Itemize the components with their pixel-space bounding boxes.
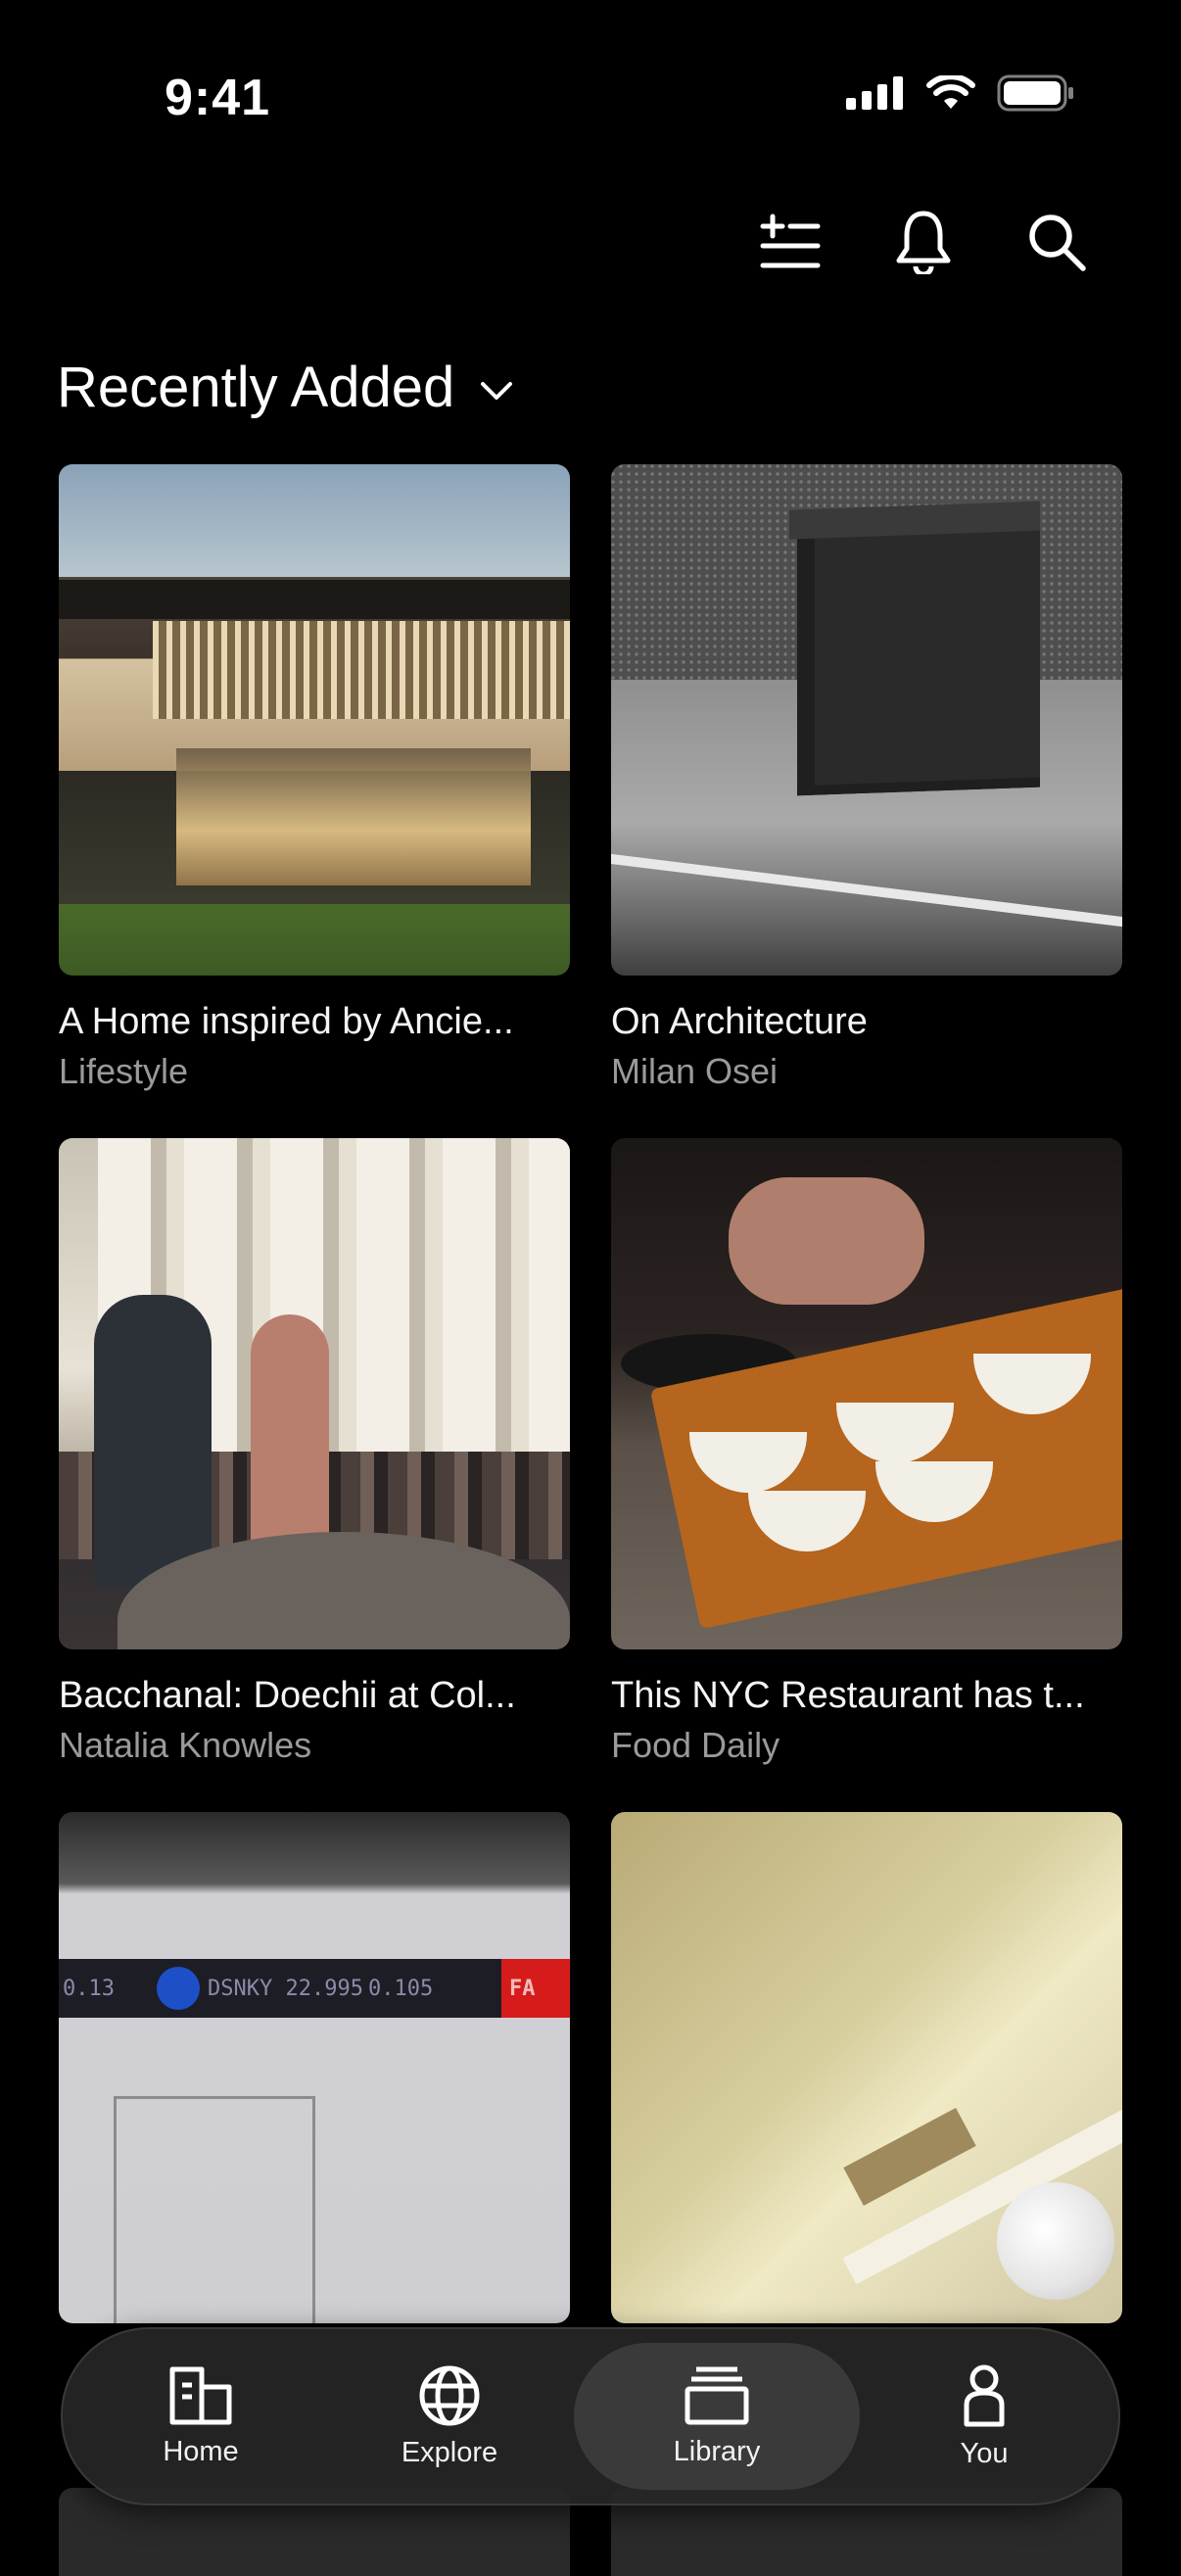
tab-library[interactable]: Library [574,2343,860,2490]
notifications-button[interactable] [891,210,956,274]
content-card[interactable]: A Home inspired by Ancie... Lifestyle [59,464,570,1138]
card-subtitle: Natalia Knowles [59,1725,312,1765]
tab-explore[interactable]: Explore [325,2343,574,2490]
card-title: On Architecture [611,1001,868,1042]
card-thumbnail-concert [59,1138,570,1649]
tab-bar: Home Explore Library You [61,2327,1120,2505]
globe-icon [419,2365,480,2425]
signal-icon [846,76,903,110]
bell-icon [896,211,951,274]
card-title: This NYC Restaurant has t... [611,1675,1085,1716]
card-title: Bacchanal: Doechii at Col... [59,1675,516,1716]
card-thumbnail-ticker: 0.13 DSNKY 22.995 0.105 FA [59,1812,570,2323]
stack-icon [685,2366,749,2424]
card-subtitle: Lifestyle [59,1051,189,1091]
wifi-icon [926,75,975,109]
card-thumbnail-food [611,1138,1122,1649]
card-subtitle: Food Daily [611,1725,780,1765]
chevron-down-icon [481,381,513,400]
tab-label: You [960,2437,1009,2469]
tab-label: Library [673,2435,761,2467]
search-button[interactable] [1024,210,1089,274]
content-card[interactable]: Bacchanal: Doechii at Col... Natalia Kno… [59,1138,570,1812]
building-icon [169,2366,232,2424]
add-to-list-button[interactable] [758,210,823,274]
tab-label: Explore [401,2436,498,2468]
header-actions [758,210,1089,274]
content-card[interactable]: This NYC Restaurant has t... Food Daily [611,1138,1122,1812]
card-title: A Home inspired by Ancie... [59,1001,514,1042]
card-thumbnail-room [611,1812,1122,2323]
tab-label: Home [163,2435,239,2467]
status-time: 9:41 [165,70,271,126]
card-subtitle: Milan Osei [611,1051,779,1091]
sort-dropdown[interactable]: Recently Added [57,355,513,420]
add-to-list-icon [760,214,821,268]
status-icons [846,74,1075,112]
content-card[interactable]: On Architecture Milan Osei [611,464,1122,1138]
content-grid: A Home inspired by Ancie... Lifestyle On… [59,464,1122,2486]
search-icon [1029,215,1086,271]
card-thumbnail-cube [611,464,1122,976]
section-title: Recently Added [57,356,455,419]
tab-you[interactable]: You [860,2343,1109,2490]
person-icon [964,2364,1005,2426]
card-thumbnail-house [59,464,570,976]
battery-icon [997,74,1073,112]
tab-home[interactable]: Home [76,2343,325,2490]
